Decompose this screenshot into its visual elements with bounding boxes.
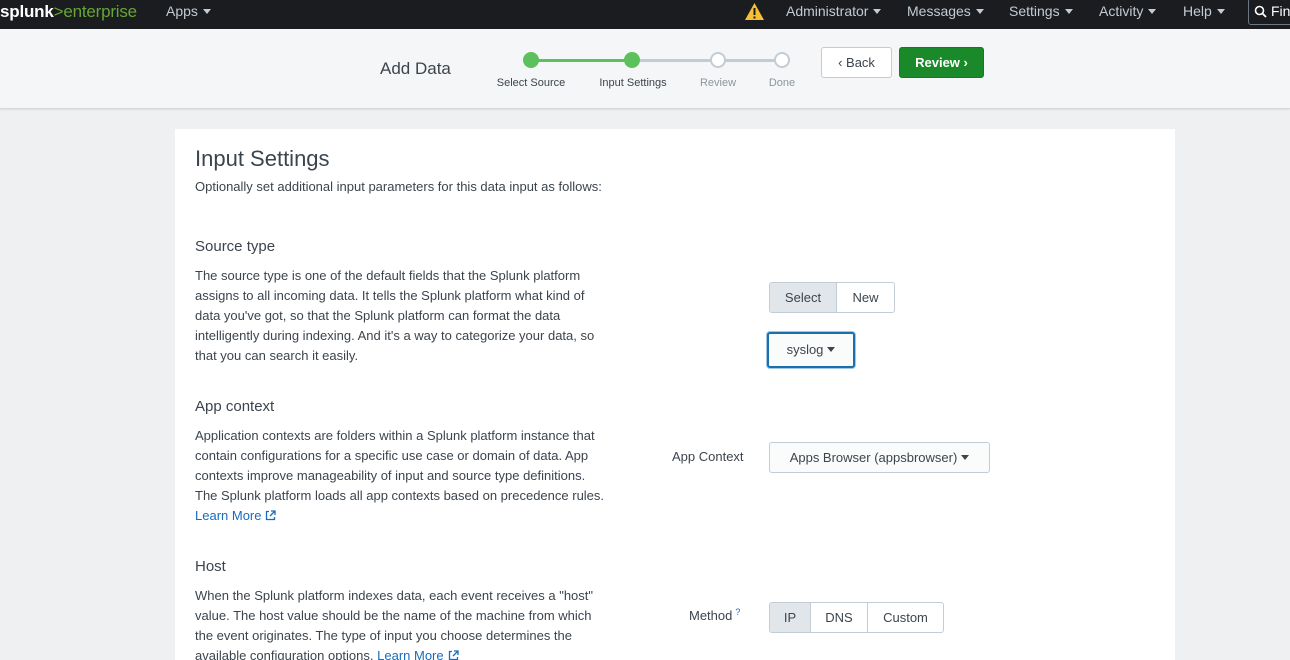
step-dot-select-source <box>523 52 539 68</box>
activity-menu[interactable]: Activity <box>1099 3 1157 19</box>
splunk-logo[interactable]: splunk>enterprise <box>0 2 137 22</box>
warning-icon[interactable] <box>744 2 765 21</box>
logo-product: enterprise <box>63 2 137 21</box>
host-learn-more-link[interactable]: Learn More <box>377 648 459 660</box>
step-label-done: Done <box>768 77 796 89</box>
administrator-menu[interactable]: Administrator <box>786 3 882 19</box>
find-placeholder: Find <box>1271 3 1290 19</box>
app-context-description: Application contexts are folders within … <box>195 426 605 526</box>
review-button-label: Review <box>915 55 960 70</box>
logo-arrow: > <box>53 2 64 21</box>
back-button-label: Back <box>846 55 875 70</box>
app-context-dropdown[interactable]: Apps Browser (appsbrowser) <box>769 442 990 473</box>
chevron-down-icon <box>975 9 984 14</box>
apps-menu-label: Apps <box>166 3 198 19</box>
host-method-dns-option[interactable]: DNS <box>811 603 868 632</box>
learn-more-label: Learn More <box>377 648 444 660</box>
app-context-value: Apps Browser (appsbrowser) <box>789 450 958 465</box>
help-menu[interactable]: Help <box>1183 3 1225 19</box>
chevron-down-icon <box>961 455 970 460</box>
host-method-custom-option[interactable]: Custom <box>868 603 943 632</box>
step-label-review: Review <box>699 77 737 89</box>
chevron-down-icon <box>1064 9 1073 14</box>
settings-menu[interactable]: Settings <box>1009 3 1073 19</box>
step-dot-done <box>774 52 790 68</box>
wizard-header: Add Data Select Source Input Settings Re… <box>0 29 1290 109</box>
logo-text: splunk <box>0 2 54 21</box>
chevron-down-icon <box>1216 9 1225 14</box>
activity-menu-label: Activity <box>1099 3 1144 19</box>
source-type-heading: Source type <box>195 238 276 255</box>
source-type-description: The source type is one of the default fi… <box>195 268 595 363</box>
source-type-mode-toggle: Select New <box>769 282 895 313</box>
source-type-new-option[interactable]: New <box>837 283 894 312</box>
page-title: Input Settings <box>195 146 330 171</box>
app-context-learn-more-link[interactable]: Learn More <box>195 508 277 523</box>
app-context-description-text: Application contexts are folders within … <box>195 428 605 503</box>
chevron-right-icon: › <box>963 55 968 70</box>
settings-menu-label: Settings <box>1009 3 1060 19</box>
method-label: Method? <box>689 607 740 623</box>
chevron-left-icon: ‹ <box>838 55 843 70</box>
messages-menu[interactable]: Messages <box>907 3 984 19</box>
source-type-dropdown[interactable]: syslog <box>767 332 855 368</box>
chevron-down-icon <box>873 9 882 14</box>
page-subtitle: Optionally set additional input paramete… <box>195 179 602 194</box>
step-connector-done <box>531 59 632 62</box>
step-connector-todo <box>632 59 782 62</box>
review-button[interactable]: Review › <box>899 47 984 78</box>
top-nav: splunk>enterprise Apps Administrator Mes… <box>0 0 1290 29</box>
help-menu-label: Help <box>1183 3 1212 19</box>
back-button[interactable]: ‹ Back <box>821 47 892 78</box>
step-label-select-source: Select Source <box>496 77 566 89</box>
host-method-ip-option[interactable]: IP <box>770 603 811 632</box>
app-context-label: App Context <box>672 449 744 464</box>
host-method-toggle: IP DNS Custom <box>769 602 944 633</box>
find-input[interactable]: Find <box>1248 0 1290 25</box>
chevron-down-icon <box>1148 9 1157 14</box>
step-dot-review <box>710 52 726 68</box>
external-link-icon <box>266 510 277 521</box>
method-label-text: Method <box>689 608 733 623</box>
search-icon <box>1254 5 1267 18</box>
host-heading: Host <box>195 558 226 575</box>
external-link-icon <box>448 650 459 660</box>
source-type-value: syslog <box>786 342 824 357</box>
app-context-heading: App context <box>195 398 275 415</box>
input-settings-panel: Input Settings Optionally set additional… <box>175 129 1175 660</box>
administrator-menu-label: Administrator <box>786 3 869 19</box>
help-icon[interactable]: ? <box>735 607 740 617</box>
step-label-input-settings: Input Settings <box>599 77 667 89</box>
chevron-down-icon <box>202 9 211 14</box>
step-dot-input-settings <box>624 52 640 68</box>
learn-more-label: Learn More <box>195 508 262 523</box>
chevron-down-icon <box>827 347 836 352</box>
wizard-title: Add Data <box>380 59 451 78</box>
host-description: When the Splunk platform indexes data, e… <box>195 586 605 660</box>
source-type-select-option[interactable]: Select <box>770 283 837 312</box>
apps-menu[interactable]: Apps <box>166 3 211 19</box>
messages-menu-label: Messages <box>907 3 971 19</box>
